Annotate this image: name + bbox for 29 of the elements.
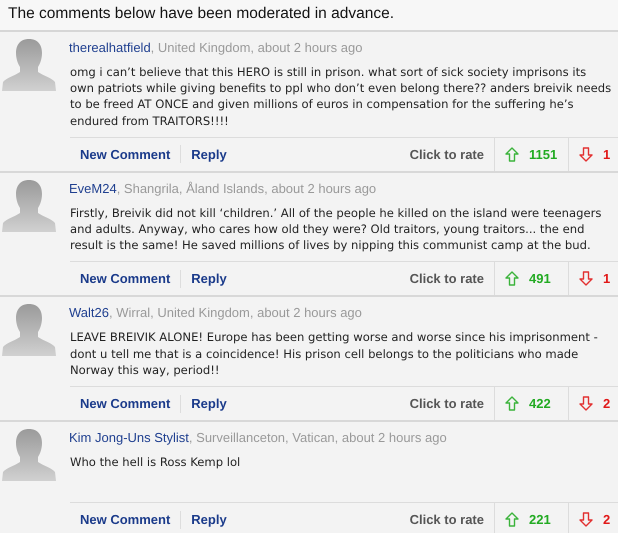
reply-link[interactable]: Reply xyxy=(181,396,237,412)
comment-text: Who the hell is Ross Kemp lol xyxy=(70,454,242,472)
reply-link[interactable]: Reply xyxy=(181,271,237,286)
downvote-button[interactable]: 2 xyxy=(568,387,618,420)
rate-label: Click to rate xyxy=(410,271,485,286)
new-comment-link[interactable]: New Comment xyxy=(70,396,180,412)
new-comment-link[interactable]: New Comment xyxy=(70,271,180,286)
new-comment-link[interactable]: New Comment xyxy=(70,146,180,162)
comment-text: LEAVE BREIVIK ALONE! Europe has been getting worse and worse since his imprisonment - dont u tell me that is a coincidence! His prison cell belongs to the politicians who made Norway this way, period!! xyxy=(70,329,599,378)
author-link[interactable]: therealhatfield xyxy=(69,40,151,55)
reply-link[interactable]: Reply xyxy=(181,146,237,162)
downvote-button[interactable]: 2 xyxy=(568,503,618,533)
downvote-button[interactable]: 1 xyxy=(568,262,618,296)
author-link[interactable]: Walt26 xyxy=(69,305,109,320)
comment-text: Firstly, Breivik did not kill ‘children.’ All of the people he killed on the island were teenagers and adults. Anyway, who cares how old they were? Old traitors, young traitors... the end result is the same! He saved millions of lives by nipping this communist camp at the bud. xyxy=(70,204,602,254)
moderation-notice: The comments below have been moderated in advance. xyxy=(8,5,394,22)
new-comment-link[interactable]: New Comment xyxy=(70,512,180,528)
rate-label: Click to rate xyxy=(410,396,485,412)
comment-details: , Wirral, United Kingdom, about 2 hours ago xyxy=(108,305,362,320)
rate-label: Click to rate xyxy=(410,146,485,162)
comment-text: omg i can’t believe that this HERO is still in prison. what sort of sick society imprisons its own patriots while giving benefits to ppl who don’t even belong there?? anders breivik needs to be freed AT ONCE and given millions of euros in compensation for the suffering he’s endured from TRAITORS!!!! xyxy=(70,64,612,129)
downvote-button[interactable]: 1 xyxy=(568,138,618,171)
comment-details: , Surveillanceton, Vatican, about 2 hours ago xyxy=(188,430,447,446)
reply-link[interactable]: Reply xyxy=(181,512,237,528)
comment-details: , United Kingdom, about 2 hours ago xyxy=(150,40,362,55)
rate-label: Click to rate xyxy=(410,512,485,528)
author-link[interactable]: Kim Jong-Uns Stylist xyxy=(69,430,189,446)
comment-details: , Shangrila, Åland Islands, about 2 hours ago xyxy=(116,180,376,196)
author-link[interactable]: EveM24 xyxy=(69,180,117,196)
